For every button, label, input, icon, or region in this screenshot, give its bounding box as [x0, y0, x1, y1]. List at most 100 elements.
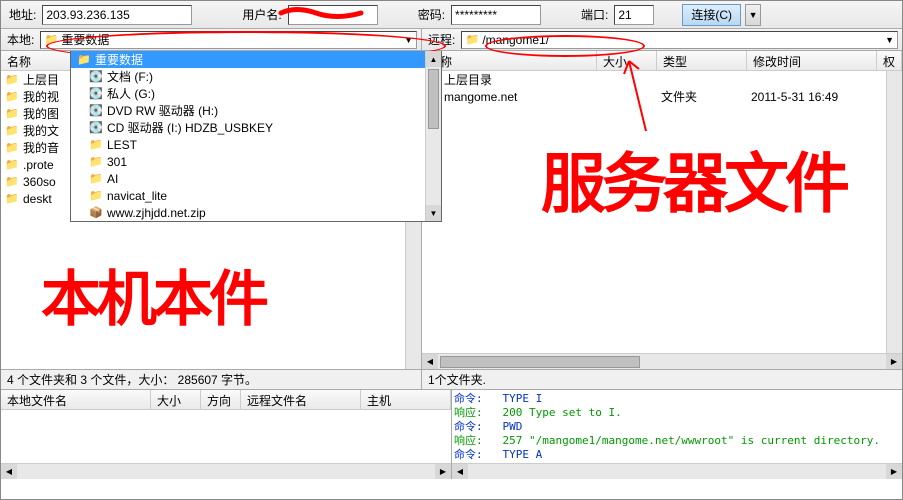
local-path-input[interactable]: 📁 重要数据 ▼	[40, 31, 417, 49]
folder-icon: 📁	[5, 175, 19, 189]
col-perm[interactable]: 权限	[877, 51, 902, 70]
queue-list[interactable]	[1, 410, 451, 463]
dropdown-item[interactable]: 📁navicat_lite	[71, 187, 441, 204]
password-label: 密码:	[416, 6, 447, 23]
cell-name: mangome.net	[444, 90, 517, 104]
scroll-left-icon[interactable]: ◀	[452, 464, 468, 479]
drive-icon: 💽	[89, 70, 103, 84]
folder-icon: 📁	[89, 155, 103, 169]
log-value: TYPE A	[503, 448, 543, 461]
log-value: TYPE I	[503, 392, 543, 405]
item-label: 我的视	[23, 88, 59, 105]
log-value: 257 "/mangome1/mangome.net/wwwroot" is c…	[503, 434, 881, 447]
queue-header: 本地文件名 大小 方向 远程文件名 主机	[1, 390, 451, 410]
folder-icon: 📁	[465, 33, 479, 47]
folder-icon: 📁	[89, 138, 103, 152]
col-host[interactable]: 主机	[361, 390, 451, 409]
dropdown-scrollbar[interactable]: ▲ ▼	[425, 51, 441, 221]
table-row[interactable]: ⬆上层目录	[422, 71, 902, 88]
bottom-panes: 本地文件名 大小 方向 远程文件名 主机 ◀ ▶ 命令: TYPE I响应: 2…	[1, 389, 902, 479]
username-label: 用户名:	[240, 6, 283, 23]
col-name[interactable]: 名称	[422, 51, 597, 70]
scroll-left-icon[interactable]: ◀	[422, 354, 438, 369]
drive-icon: 💽	[89, 104, 103, 118]
connect-button[interactable]: 连接(C)	[682, 4, 741, 26]
folder-icon: 📁	[77, 53, 91, 67]
log-key: 命令:	[454, 392, 483, 405]
scrollbar[interactable]	[886, 71, 902, 353]
col-direction[interactable]: 方向	[201, 390, 241, 409]
folder-icon: 📁	[44, 33, 58, 47]
username-input[interactable]	[288, 5, 378, 25]
item-label: 私人 (G:)	[107, 85, 155, 102]
scroll-down-icon[interactable]: ▼	[426, 205, 441, 221]
item-label: .prote	[23, 158, 54, 172]
item-label: 我的图	[23, 105, 59, 122]
log-pane: 命令: TYPE I响应: 200 Type set to I.命令: PWD响…	[452, 390, 902, 479]
password-input[interactable]	[451, 5, 541, 25]
dropdown-item[interactable]: 📁AI	[71, 170, 441, 187]
table-row[interactable]: 📁mangome.net文件夹2011-5-31 16:49	[422, 88, 902, 105]
col-time[interactable]: 修改时间	[747, 51, 877, 70]
dropdown-item[interactable]: 📁301	[71, 153, 441, 170]
remote-hscroll[interactable]: ◀ ▶	[422, 353, 902, 369]
port-label: 端口:	[579, 6, 610, 23]
dropdown-item[interactable]: 📁LEST	[71, 136, 441, 153]
log-line: 响应: 257 "/mangome1/mangome.net/wwwroot" …	[454, 434, 900, 448]
drive-icon: 💽	[89, 87, 103, 101]
log-key: 命令:	[454, 448, 483, 461]
scroll-thumb[interactable]	[440, 356, 640, 368]
local-path-dropdown[interactable]: 📁重要数据 💽 文档 (F:) 💽 私人 (G:)💽DVD RW 驱动器 (H:)💽CD…	[70, 51, 442, 222]
scroll-right-icon[interactable]: ▶	[886, 354, 902, 369]
col-local-file[interactable]: 本地文件名	[1, 390, 151, 409]
col-type[interactable]: 类型	[657, 51, 747, 70]
remote-pathbar: 远程: 📁 /mangome1/ ▼	[422, 29, 902, 51]
folder-icon: 📁	[5, 107, 19, 121]
chevron-down-icon[interactable]: ▼	[404, 35, 413, 45]
dropdown-item[interactable]: 💽 私人 (G:)	[71, 85, 441, 102]
local-path-text: 重要数据	[61, 31, 109, 48]
item-label: www.zjhjdd.net.zip	[107, 206, 206, 220]
scroll-right-icon[interactable]: ▶	[886, 464, 902, 479]
dropdown-item[interactable]: 📁重要数据	[71, 51, 441, 68]
connection-toolbar: 地址: 用户名: 密码: 端口: 连接(C) ▼	[1, 1, 902, 29]
port-input[interactable]	[614, 5, 654, 25]
scroll-left-icon[interactable]: ◀	[1, 464, 17, 479]
log-value: PWD	[503, 420, 523, 433]
dropdown-item[interactable]: 💽 文档 (F:)	[71, 68, 441, 85]
item-label: 文档 (F:)	[107, 68, 153, 85]
dropdown-item[interactable]: 💽CD 驱动器 (I:) HDZB_USBKEY	[71, 119, 441, 136]
queue-hscroll[interactable]: ◀ ▶	[1, 463, 451, 479]
remote-path-text: /mangome1/	[482, 33, 549, 47]
dropdown-item[interactable]: 💽DVD RW 驱动器 (H:)	[71, 102, 441, 119]
log-line: 响应: 200 Type set to I.	[454, 406, 900, 420]
address-input[interactable]	[42, 5, 192, 25]
folder-icon: 📁	[5, 141, 19, 155]
zip-icon: 📦	[89, 206, 103, 220]
log-line: 命令: PWD	[454, 420, 900, 434]
remote-pane: 远程: 📁 /mangome1/ ▼ 名称 大小 类型 修改时间 权限 ⬆上层目…	[422, 29, 902, 389]
col-name[interactable]: 名称	[1, 51, 71, 70]
remote-label: 远程:	[426, 31, 457, 48]
remote-path-input[interactable]: 📁 /mangome1/ ▼	[461, 31, 898, 49]
col-remote-file[interactable]: 远程文件名	[241, 390, 361, 409]
scroll-thumb[interactable]	[428, 69, 439, 129]
chevron-down-icon[interactable]: ▼	[885, 35, 894, 45]
item-label: 我的音	[23, 139, 59, 156]
remote-list-header: 名称 大小 类型 修改时间 权限	[422, 51, 902, 71]
log-hscroll[interactable]: ◀ ▶	[452, 463, 902, 479]
connect-dropdown-icon[interactable]: ▼	[745, 4, 761, 26]
queue-pane: 本地文件名 大小 方向 远程文件名 主机 ◀ ▶	[1, 390, 452, 479]
scroll-right-icon[interactable]: ▶	[435, 464, 451, 479]
item-label: navicat_lite	[107, 189, 167, 203]
log-line: 命令: TYPE A	[454, 448, 900, 462]
ftp-log[interactable]: 命令: TYPE I响应: 200 Type set to I.命令: PWD响…	[452, 390, 902, 463]
col-size[interactable]: 大小	[151, 390, 201, 409]
remote-file-list[interactable]: ⬆上层目录📁mangome.net文件夹2011-5-31 16:49	[422, 71, 902, 353]
log-key: 命令:	[454, 420, 483, 433]
folder-icon: 📁	[5, 73, 19, 87]
dropdown-item[interactable]: 📦 www.zjhjdd.net.zip	[71, 204, 441, 221]
cell-name: 上层目录	[444, 71, 492, 88]
col-size[interactable]: 大小	[597, 51, 657, 70]
scroll-up-icon[interactable]: ▲	[426, 51, 441, 67]
